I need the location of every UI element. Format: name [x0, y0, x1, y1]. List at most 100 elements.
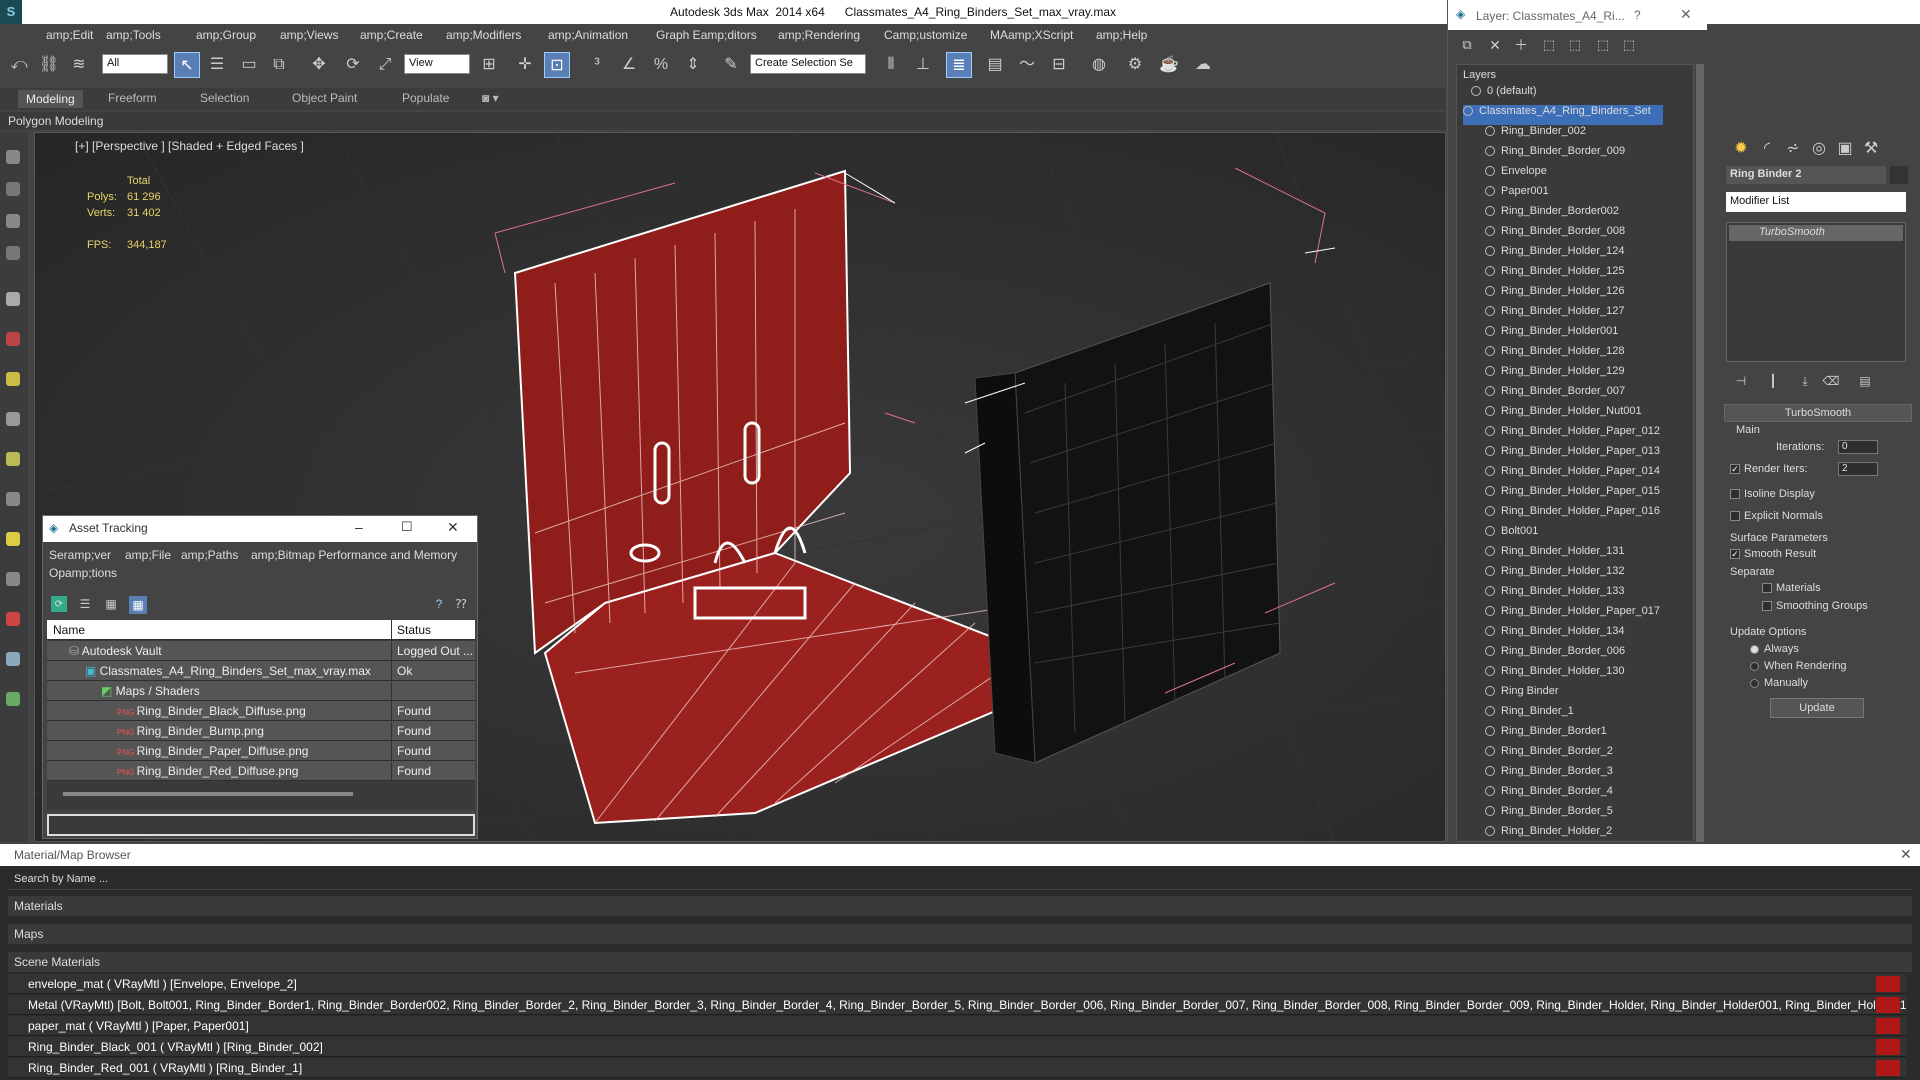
freeze-all-icon[interactable]: ⬚ [1616, 32, 1642, 58]
menu-modifiers[interactable]: amp;Modifiers [446, 28, 521, 42]
hierarchy-tab-icon[interactable]: ⩫ [1780, 136, 1806, 162]
object-icon[interactable] [1485, 546, 1495, 557]
object-icon[interactable] [1485, 146, 1495, 157]
material-row[interactable]: Metal (VRayMtl) [Bolt, Bolt001, Ring_Bin… [8, 995, 1906, 1015]
tab-populate[interactable]: Populate [402, 91, 449, 105]
menu-views[interactable]: amp;Views [280, 28, 338, 42]
menu-group[interactable]: amp;Group [196, 28, 256, 42]
asset-menu-bitmap[interactable]: amp;Bitmap Performance and Memory [251, 548, 457, 562]
asset-menu-server[interactable]: Seramp;ver [49, 548, 111, 562]
close-icon[interactable]: ✕ [447, 519, 459, 536]
isoline-display-checkbox[interactable]: Isoline Display [1730, 488, 1815, 500]
menu-help[interactable]: amp;Help [1096, 28, 1147, 42]
render-setup-icon[interactable]: ⚙ [1122, 52, 1148, 78]
object-icon[interactable] [1485, 446, 1495, 457]
table-row[interactable]: PNG Ring_Binder_Bump.png Found [47, 721, 475, 741]
update-button[interactable]: Update [1770, 698, 1864, 718]
layer-item[interactable]: Ring_Binder_Holder_2 [1485, 825, 1695, 845]
render-icon[interactable]: ☁ [1190, 52, 1216, 78]
menu-create[interactable]: amp;Create [360, 28, 423, 42]
asset-menu-file[interactable]: amp;File [125, 548, 171, 562]
layer-item[interactable]: Ring_Binder_Border_008 [1485, 225, 1695, 245]
menu-edit[interactable]: amp;Edit [46, 28, 93, 42]
modifier-list-dropdown[interactable]: Modifier List [1726, 192, 1906, 212]
layer-icon[interactable] [1471, 86, 1481, 97]
strip-tool-icon[interactable] [6, 532, 20, 546]
strip-tool-icon[interactable] [6, 332, 20, 346]
tab-object-paint[interactable]: Object Paint [292, 91, 357, 105]
search-by-name-field[interactable]: Search by Name ... [8, 870, 1912, 890]
strip-tool-icon[interactable] [6, 292, 20, 306]
table-row[interactable]: PNG Ring_Binder_Red_Diffuse.png Found [47, 761, 475, 781]
delete-layer-icon[interactable]: ✕ [1482, 32, 1508, 58]
display-tab-icon[interactable]: ▣ [1832, 136, 1858, 162]
object-icon[interactable] [1485, 726, 1495, 737]
object-icon[interactable] [1485, 246, 1495, 257]
layer-item[interactable]: Ring_Binder_Holder_129 [1485, 365, 1695, 385]
turbosmooth-rollout[interactable]: TurboSmooth [1724, 404, 1912, 422]
manually-radio[interactable]: Manually [1750, 677, 1808, 689]
object-icon[interactable] [1485, 346, 1495, 357]
layer-item[interactable]: Ring_Binder_002 [1485, 125, 1695, 145]
layer-item[interactable]: Ring_Binder_Border_009 [1485, 145, 1695, 165]
strip-tool-icon[interactable] [6, 652, 20, 666]
rect-selection-icon[interactable]: ▭ [236, 52, 262, 78]
layer-icon[interactable] [1463, 106, 1473, 117]
object-icon[interactable] [1485, 206, 1495, 217]
pin-stack-icon[interactable]: ⊣ [1728, 368, 1754, 394]
object-icon[interactable] [1485, 766, 1495, 777]
angle-snap-icon[interactable]: ∠ [616, 52, 642, 78]
undo-icon[interactable]: ⤺ [6, 52, 32, 78]
viewport-label[interactable]: [+] [Perspective ] [Shaded + Edged Faces… [75, 139, 304, 153]
layer-item[interactable]: Ring_Binder_Holder001 [1485, 325, 1695, 345]
menu-maxscript[interactable]: MAamp;XScript [990, 28, 1073, 42]
render-iters-spinner[interactable]: 2 [1838, 462, 1878, 476]
render-frame-icon[interactable]: ☕ [1156, 52, 1182, 78]
snaps-toggle-icon[interactable]: ³ [584, 52, 610, 78]
asset-path-field[interactable] [47, 814, 475, 836]
object-icon[interactable] [1485, 306, 1495, 317]
add-to-layer-icon[interactable]: ＋ [1508, 32, 1534, 58]
layer-item-selected[interactable]: Classmates_A4_Ring_Binders_Set [1463, 105, 1663, 125]
object-icon[interactable] [1485, 566, 1495, 577]
curve-editor-icon[interactable]: 〜 [1014, 52, 1040, 78]
material-row[interactable]: paper_mat ( VRayMtl ) [Paper, Paper001] [8, 1016, 1906, 1036]
layer-item[interactable]: Bolt001 [1485, 525, 1695, 545]
table-row[interactable]: PNG Ring_Binder_Black_Diffuse.png Found [47, 701, 475, 721]
menu-animation[interactable]: amp;Animation [548, 28, 628, 42]
layer-item[interactable]: Ring_Binder_Holder_Paper_013 [1485, 445, 1695, 465]
asset-tracking-titlebar[interactable]: ◈ Asset Tracking – ☐ ✕ [43, 516, 477, 542]
table-row[interactable]: ▣ Classmates_A4_Ring_Binders_Set_max_vra… [47, 661, 475, 681]
material-row[interactable]: Ring_Binder_Red_001 ( VRayMtl ) [Ring_Bi… [8, 1058, 1906, 1078]
object-icon[interactable] [1485, 466, 1495, 477]
tab-modeling[interactable]: Modeling [18, 90, 83, 108]
ribbon-options-icon[interactable]: ◙ ▾ [482, 91, 499, 105]
smoothing-groups-checkbox[interactable]: Smoothing Groups [1762, 600, 1868, 612]
layer-item[interactable]: Ring_Binder_Holder_127 [1485, 305, 1695, 325]
object-icon[interactable] [1485, 806, 1495, 817]
layer-item[interactable]: Ring_Binder_Border_007 [1485, 385, 1695, 405]
strip-tool-icon[interactable] [6, 372, 20, 386]
strip-tool-icon[interactable] [6, 612, 20, 626]
object-icon[interactable] [1485, 426, 1495, 437]
object-icon[interactable] [1485, 786, 1495, 797]
object-icon[interactable] [1485, 386, 1495, 397]
horizontal-scrollbar[interactable] [63, 792, 353, 796]
layer-item[interactable]: Ring_Binder_Holder_132 [1485, 565, 1695, 585]
material-browser-titlebar[interactable]: Material/Map Browser ✕ [0, 844, 1920, 866]
always-radio[interactable]: Always [1750, 643, 1799, 655]
object-icon[interactable] [1485, 826, 1495, 837]
object-icon[interactable] [1485, 606, 1495, 617]
help-context-icon[interactable]: ⁇ [453, 596, 469, 612]
layer-item[interactable]: Ring_Binder_Border_2 [1485, 745, 1695, 765]
layer-scrollbar[interactable] [1696, 64, 1704, 842]
strip-tool-icon[interactable] [6, 246, 20, 260]
table-row[interactable]: PNG Ring_Binder_Paper_Diffuse.png Found [47, 741, 475, 761]
make-unique-icon[interactable]: ⤓ [1792, 368, 1818, 394]
table-row[interactable]: ⛁ Autodesk Vault Logged Out ... [47, 641, 475, 661]
object-icon[interactable] [1485, 186, 1495, 197]
layer-manager-titlebar[interactable]: ◈ Layer: Classmates_A4_Ri... ? ✕ [1448, 0, 1707, 30]
col-name[interactable]: Name [53, 623, 85, 637]
select-object-icon[interactable]: ↖ [174, 52, 200, 78]
minimize-icon[interactable]: – [355, 519, 363, 535]
